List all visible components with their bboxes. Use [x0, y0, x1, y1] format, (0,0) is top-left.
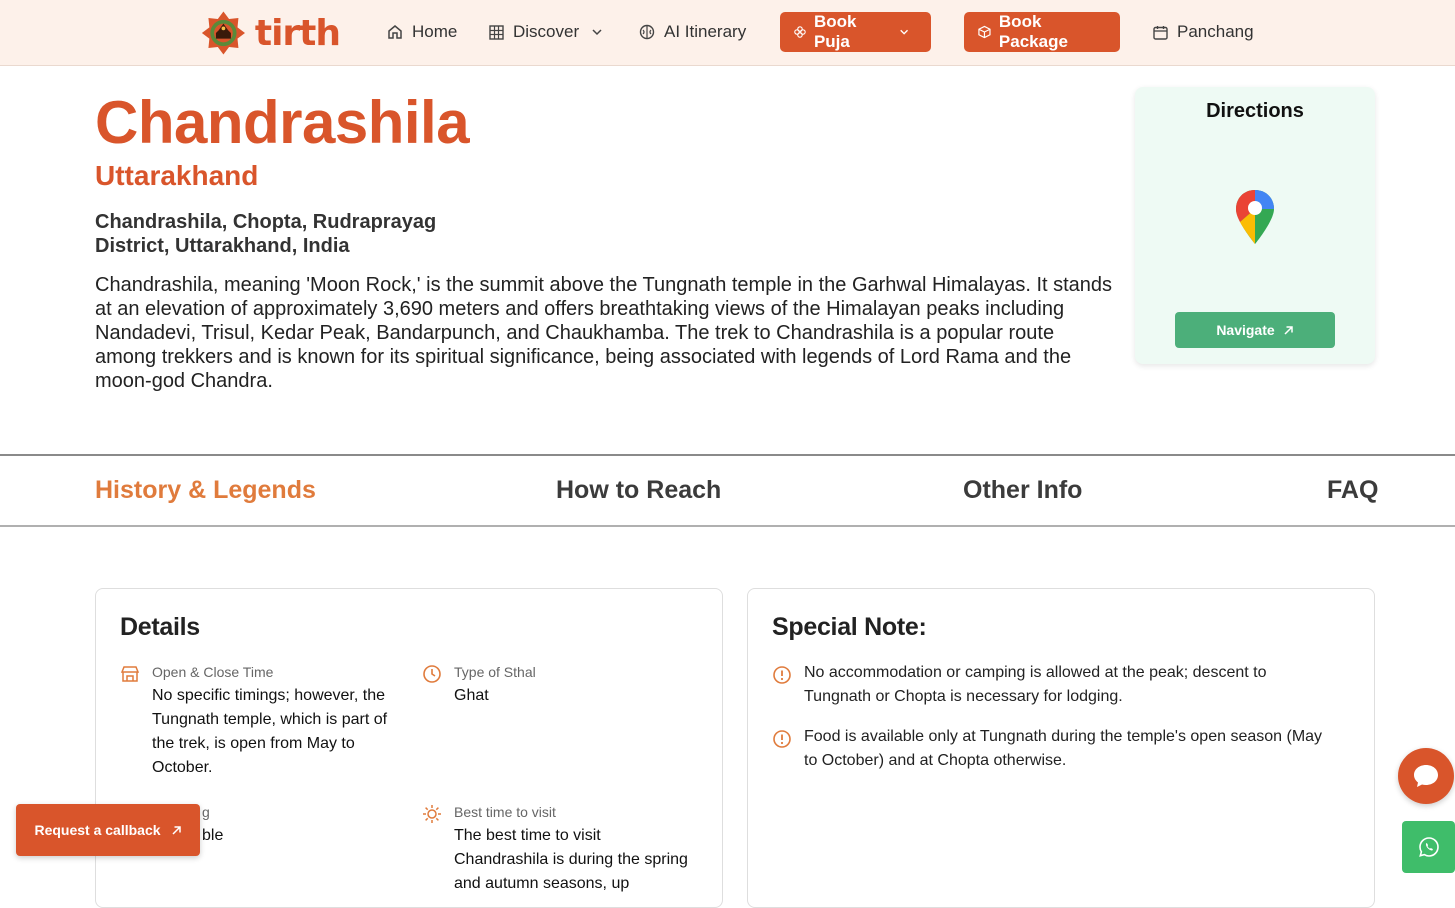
external-link-icon: [1284, 325, 1293, 335]
details-title: Details: [120, 613, 200, 641]
detail-label: g: [202, 804, 210, 820]
home-icon: [388, 25, 402, 39]
detail-value: Ghat: [454, 687, 489, 704]
detail-value: The best time to visit Chandrashila is d…: [454, 827, 688, 892]
detail-label: Open & Close Time: [152, 664, 274, 680]
book-puja-button[interactable]: Book Puja: [780, 12, 931, 52]
section-tabs: History & Legends How to Reach Other Inf…: [0, 454, 1455, 527]
alert-circle-icon: [773, 666, 791, 684]
package-icon: [978, 25, 991, 39]
flower-icon: [794, 26, 806, 38]
chevron-down-icon: [592, 29, 602, 36]
grid-icon: [489, 24, 504, 40]
sun-icon: [423, 805, 441, 823]
place-description: Chandrashila, meaning 'Moon Rock,' is th…: [95, 274, 1113, 392]
tab-faq[interactable]: FAQ: [1327, 476, 1378, 505]
detail-label: Best time to visit: [454, 804, 556, 820]
location-address: Chandrashila, Chopta, Rudraprayag Distri…: [95, 211, 437, 257]
chat-button[interactable]: [1398, 748, 1454, 804]
request-callback-button[interactable]: Request a callback: [16, 804, 200, 856]
temple-icon: [120, 666, 140, 682]
clock-icon: [423, 665, 441, 683]
chevron-down-icon: [900, 29, 908, 35]
alert-circle-icon: [773, 730, 791, 748]
temple-logo-icon: [201, 11, 245, 55]
nav-panchang-label: Panchang: [1177, 22, 1254, 41]
navigate-label: Navigate: [1216, 322, 1275, 338]
book-package-label: Book Package: [998, 12, 1068, 51]
detail-label: Type of Sthal: [454, 664, 536, 680]
page-title: Chandrashila: [95, 89, 470, 156]
brand-name: tirth: [254, 12, 341, 54]
brand-logo[interactable]: tirth: [200, 8, 341, 58]
whatsapp-button[interactable]: [1402, 821, 1455, 873]
nav-panchang[interactable]: Panchang: [1153, 20, 1254, 44]
request-callback-label: Request a callback: [34, 822, 161, 838]
special-note-card: Special Note: No accommodation or campin…: [747, 588, 1375, 908]
nav-discover-label: Discover: [513, 22, 580, 41]
map-pin-icon: [1236, 190, 1274, 244]
navigate-button[interactable]: Navigate: [1175, 312, 1335, 348]
book-package-button[interactable]: Book Package: [964, 12, 1120, 52]
directions-card: Directions Navigate: [1135, 87, 1375, 364]
calendar-icon: [1153, 25, 1168, 40]
nav-ai-itinerary[interactable]: AI Itinerary: [639, 20, 746, 44]
chat-bubble-icon: [1414, 765, 1438, 787]
special-note-title: Special Note:: [772, 613, 927, 641]
tab-history-legends[interactable]: History & Legends: [95, 476, 316, 505]
details-card: Details Open & Close Time No specific ti…: [95, 588, 723, 908]
page-subtitle-state: Uttarakhand: [95, 160, 259, 191]
whatsapp-icon: [1418, 837, 1439, 857]
detail-value: No specific timings; however, the Tungna…: [152, 687, 388, 776]
detail-value: ble: [202, 827, 224, 844]
external-link-icon: [172, 825, 181, 835]
nav-home[interactable]: Home: [387, 20, 457, 44]
nav-home-label: Home: [412, 22, 458, 41]
top-navbar: tirth Home Discover AI Itinerary Book Pu…: [0, 0, 1455, 66]
tab-other-info[interactable]: Other Info: [963, 476, 1082, 505]
book-puja-label: Book Puja: [813, 12, 857, 51]
nav-ai-itinerary-label: AI Itinerary: [664, 22, 747, 41]
brain-icon: [639, 24, 655, 40]
tab-how-to-reach[interactable]: How to Reach: [556, 476, 721, 505]
nav-discover[interactable]: Discover: [489, 20, 612, 44]
directions-title: Directions: [1206, 100, 1304, 122]
note-text: No accommodation or camping is allowed a…: [804, 664, 1267, 705]
note-text: Food is available only at Tungnath durin…: [804, 728, 1323, 769]
